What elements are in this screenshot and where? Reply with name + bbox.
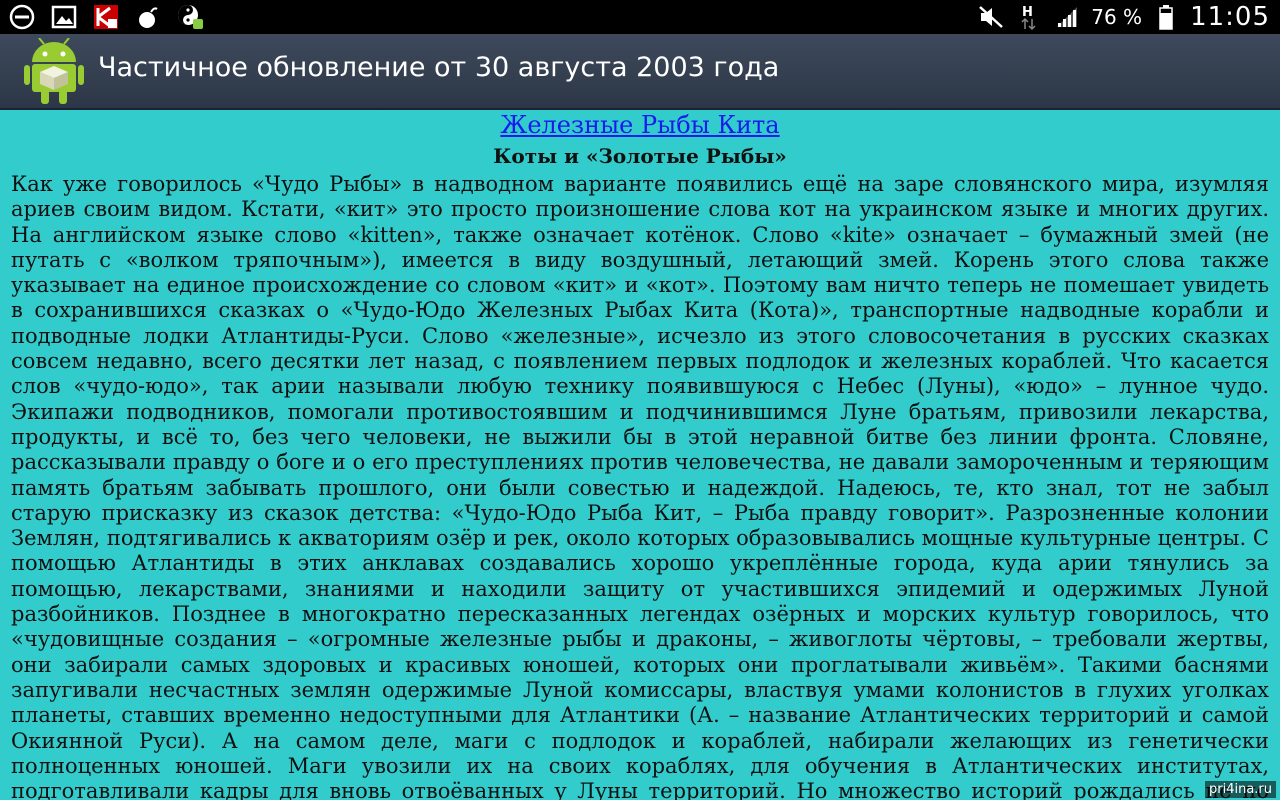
action-bar: Частичное обновление от 30 августа 2003 … bbox=[0, 34, 1280, 110]
article-body: Как уже говорилось «Чудо Рыбы» в надводн… bbox=[11, 172, 1269, 800]
battery-icon bbox=[1152, 3, 1180, 31]
status-bar: H 76 % 11:05 bbox=[0, 0, 1280, 34]
notification-icons bbox=[8, 3, 204, 31]
article-link-title[interactable]: Железные Рыбы Кита bbox=[0, 110, 1280, 140]
svg-text:H: H bbox=[1022, 5, 1033, 20]
kaspersky-icon bbox=[92, 3, 120, 31]
article-subtitle: Коты и «Золотые Рыбы» bbox=[493, 144, 787, 168]
watermark: pri4ina.ru bbox=[1204, 781, 1276, 798]
yin-yang-android-icon bbox=[176, 3, 204, 31]
gallery-icon bbox=[50, 3, 78, 31]
signal-icon bbox=[1053, 3, 1081, 31]
mute-icon bbox=[977, 3, 1005, 31]
battery-percent: 76 % bbox=[1091, 5, 1143, 29]
bomb-icon bbox=[134, 3, 162, 31]
page-title: Частичное обновление от 30 августа 2003 … bbox=[98, 52, 780, 83]
no-entry-icon bbox=[8, 3, 36, 31]
android-app-icon[interactable] bbox=[24, 37, 84, 104]
clock: 11:05 bbox=[1190, 2, 1270, 32]
article-content: Железные Рыбы Кита Коты и «Золотые Рыбы»… bbox=[0, 110, 1280, 800]
system-status: H 76 % 11:05 bbox=[977, 0, 1270, 34]
network-h-icon: H bbox=[1015, 3, 1043, 31]
